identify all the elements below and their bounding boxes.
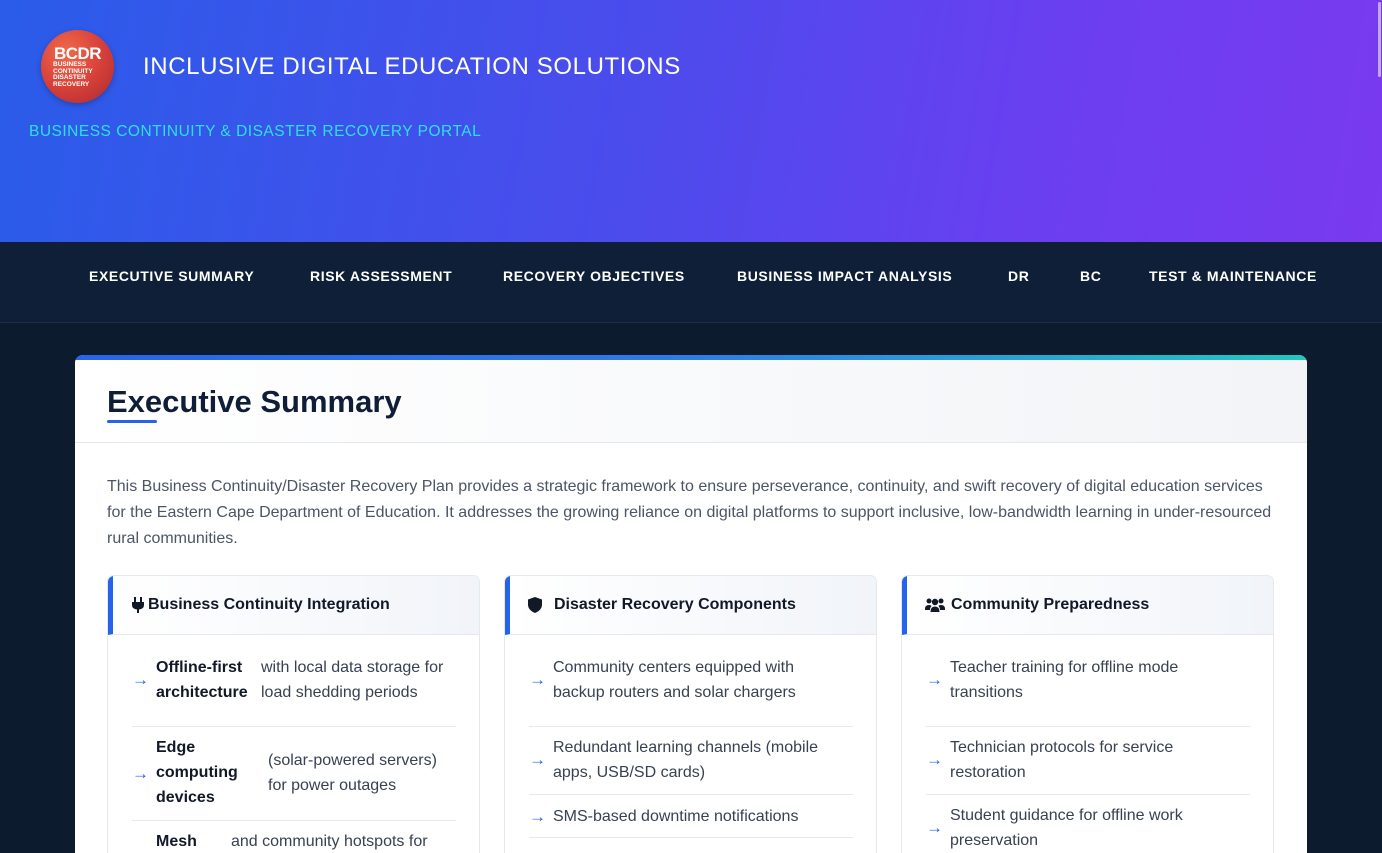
shield-icon (528, 597, 544, 613)
list-item-text: with local data storage for load sheddin… (261, 659, 444, 701)
panel-title: Disaster Recovery Components (554, 596, 796, 613)
plug-icon (131, 597, 147, 613)
list-item: → Offline-first architecture with local … (132, 658, 456, 727)
list-item-text: Teacher training for offline mode transi… (950, 659, 1179, 701)
list-item-text: Technician protocols for service restora… (950, 739, 1174, 781)
list-item: → Edge computing devices (solar-powered … (132, 727, 456, 821)
arrow-right-icon: → (132, 764, 149, 783)
panel-list: → Teacher training for offline mode tran… (926, 658, 1250, 853)
list-item-text: Student guidance for offline work preser… (950, 807, 1183, 849)
nav-test-maintenance[interactable]: TEST & MAINTENANCE (1149, 266, 1317, 286)
bcdr-logo[interactable]: BCDR BUSINESS CONTINUITY DISASTER RECOVE… (41, 30, 114, 103)
title-underline (107, 420, 157, 423)
arrow-right-icon: → (529, 670, 546, 689)
users-icon (925, 597, 945, 613)
panel-header: Business Continuity Integration (108, 576, 479, 635)
panel-title: Business Continuity Integration (148, 596, 390, 613)
arrow-right-icon: → (926, 818, 943, 837)
list-item-bold: Edge computing devices (156, 739, 238, 806)
list-item-text: Redundant learning channels (mobile apps… (553, 739, 819, 781)
nav-bc[interactable]: BC (1080, 266, 1101, 286)
arrow-right-icon: → (132, 670, 149, 689)
list-item-text: Community centers equipped with backup r… (553, 659, 796, 701)
list-item: Mesh and community hotspots for (132, 821, 456, 853)
list-item: → Community centers equipped with backup… (529, 658, 853, 727)
scrollbar[interactable] (1377, 0, 1382, 853)
list-item: → Technician protocols for service resto… (926, 727, 1250, 795)
arrow-right-icon: → (926, 670, 943, 689)
scrollbar-thumb[interactable] (1378, 2, 1381, 77)
main-nav: EXECUTIVE SUMMARY RISK ASSESSMENT RECOVE… (0, 242, 1382, 323)
section-title: Executive Summary (107, 384, 402, 419)
panel-disaster-recovery: Disaster Recovery Components → Community… (504, 575, 877, 853)
arrow-right-icon: → (529, 750, 546, 769)
panel-title: Community Preparedness (951, 596, 1150, 613)
list-item-bold: Offline-first architecture (156, 659, 248, 701)
list-item-bold: Mesh (156, 833, 197, 850)
list-item: → SMS-based downtime notifications (529, 795, 853, 838)
arrow-right-icon: → (529, 807, 546, 826)
panel-header: Community Preparedness (902, 576, 1273, 635)
panel-community-preparedness: Community Preparedness → Teacher trainin… (901, 575, 1274, 853)
logo-text: BCDR (53, 44, 102, 63)
list-item-text: SMS-based downtime notifications (553, 808, 799, 825)
list-item: → Redundant learning channels (mobile ap… (529, 727, 853, 795)
arrow-right-icon: → (926, 750, 943, 769)
nav-business-impact-analysis[interactable]: BUSINESS IMPACT ANALYSIS (737, 266, 952, 286)
app-subtitle: BUSINESS CONTINUITY & DISASTER RECOVERY … (29, 123, 482, 140)
logo-subtext: BUSINESS CONTINUITY DISASTER RECOVERY (53, 61, 93, 88)
card-header: Executive Summary (75, 360, 1307, 443)
list-item-text: (solar-powered servers) for power outage… (268, 752, 437, 794)
intro-paragraph: This Business Continuity/Disaster Recove… (107, 478, 1272, 547)
nav-executive-summary[interactable]: EXECUTIVE SUMMARY (89, 266, 254, 286)
nav-recovery-objectives[interactable]: RECOVERY OBJECTIVES (503, 266, 685, 286)
executive-summary-card: Executive Summary This Business Continui… (75, 355, 1307, 853)
list-item: → Teacher training for offline mode tran… (926, 658, 1250, 727)
panel-business-continuity: Business Continuity Integration → Offlin… (107, 575, 480, 853)
list-item: → Student guidance for offline work pres… (926, 795, 1250, 853)
app-title: INCLUSIVE DIGITAL EDUCATION SOLUTIONS (143, 53, 681, 80)
panel-list: → Offline-first architecture with local … (132, 658, 456, 853)
page-header: BCDR BUSINESS CONTINUITY DISASTER RECOVE… (0, 0, 1382, 242)
panel-header: Disaster Recovery Components (505, 576, 876, 635)
list-item-text: and community hotspots for (231, 833, 428, 850)
nav-risk-assessment[interactable]: RISK ASSESSMENT (310, 266, 452, 286)
nav-dr[interactable]: DR (1008, 266, 1029, 286)
panel-list: → Community centers equipped with backup… (529, 658, 853, 838)
